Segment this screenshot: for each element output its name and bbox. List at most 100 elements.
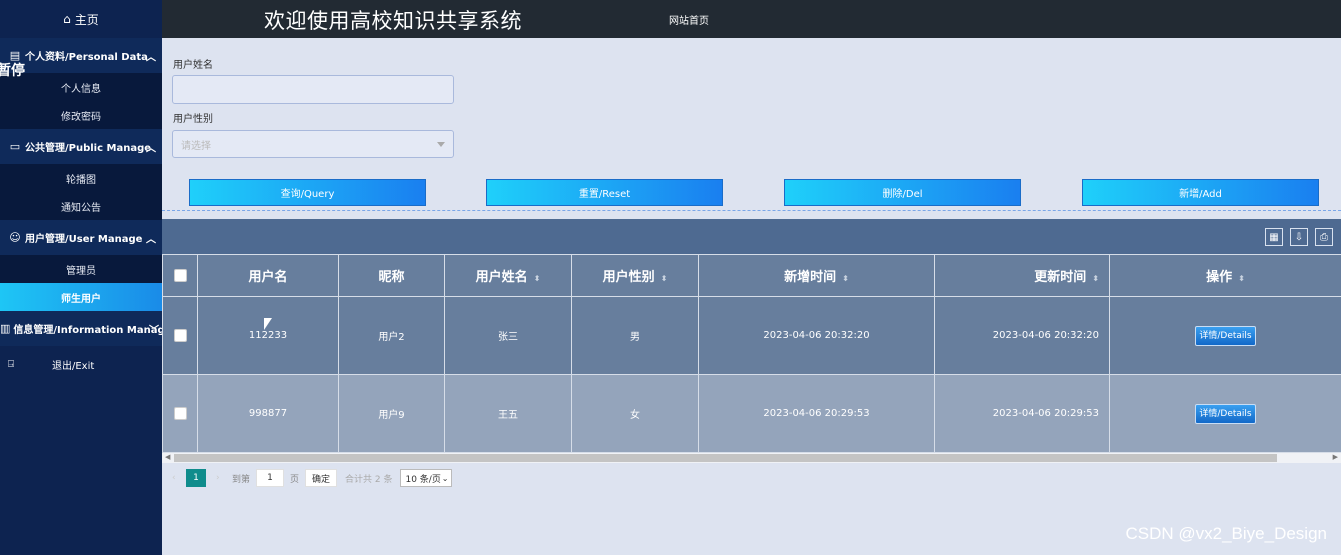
columns-icon[interactable]: ▦	[1265, 228, 1283, 246]
prev-page-icon[interactable]: ‹	[172, 473, 186, 483]
sidebar-group-info[interactable]: ▥ 信息管理/Information Manage ﹀	[0, 311, 171, 346]
chevron-down-icon: ﹀	[149, 325, 159, 336]
delete-button[interactable]: 删除/Del	[784, 179, 1021, 206]
cell-realname: 张三	[444, 296, 572, 375]
sidebar-group-label: 信息管理/Information Manage	[13, 325, 172, 336]
sidebar-group-user[interactable]: ☺ 用户管理/User Manage ︿	[0, 220, 162, 255]
sort-icon[interactable]: ⬍	[534, 274, 541, 283]
sort-icon[interactable]: ⬍	[661, 274, 668, 283]
page-size-value: 10 条/页	[405, 474, 441, 485]
goto-confirm-button[interactable]: 确定	[305, 469, 338, 487]
user-table: 用户名 昵称 用户姓名 ⬍ 用户性别 ⬍ 新增时间 ⬍ 更新时间 ⬍ 操作 ⬍ 11223…	[162, 254, 1341, 453]
print-icon[interactable]: ⎙	[1315, 228, 1333, 246]
sort-icon[interactable]: ⬍	[1092, 274, 1099, 283]
sort-icon[interactable]: ⬍	[1238, 274, 1245, 283]
cell-nickname: 用户9	[338, 374, 445, 453]
col-header-actions: 操作 ⬍	[1109, 254, 1341, 297]
row-select-cell	[162, 374, 198, 453]
user-icon: ☺	[9, 231, 21, 244]
cell-gender: 女	[571, 374, 699, 453]
sidebar-item-carousel[interactable]: 轮播图	[0, 164, 162, 192]
sidebar-exit-label: 退出/Exit	[52, 360, 95, 372]
monitor-icon: ▭	[9, 140, 21, 153]
cell-username: 112233	[197, 296, 339, 375]
col-header-label: 用户名	[248, 270, 288, 285]
sidebar-group-label: 个人资料/Personal Data	[25, 52, 148, 63]
col-header-realname[interactable]: 用户姓名 ⬍	[444, 254, 572, 297]
chevron-up-icon: ︿	[146, 143, 156, 154]
sidebar-item-admin[interactable]: 管理员	[0, 255, 162, 283]
sidebar-item-notice[interactable]: 通知公告	[0, 192, 162, 220]
chevron-down-icon	[437, 142, 445, 147]
chevron-down-icon: ⌄	[441, 474, 449, 483]
cell-realname: 王五	[444, 374, 572, 453]
col-header-updated[interactable]: 更新时间 ⬍	[934, 254, 1110, 297]
query-button[interactable]: 查询/Query	[189, 179, 426, 206]
sidebar-item-change-password[interactable]: 修改密码	[0, 101, 162, 129]
sidebar-group-label: 用户管理/User Manage	[25, 234, 143, 245]
next-page-icon[interactable]: ›	[216, 473, 232, 483]
goto-page-input[interactable]: 1	[256, 469, 285, 487]
col-header-nickname: 昵称	[338, 254, 445, 297]
details-button[interactable]: 详情/Details	[1195, 325, 1256, 346]
sidebar-item-label: 师生用户	[61, 293, 101, 305]
list-icon: ▥	[0, 322, 11, 335]
site-home-link[interactable]: 网站首页	[669, 12, 709, 27]
sidebar-home[interactable]: ⌂ 主页	[0, 0, 162, 38]
total-count: 合计共 2 条	[345, 474, 393, 485]
col-header-label: 昵称	[378, 270, 405, 285]
cell-created: 2023-04-06 20:32:20	[698, 296, 935, 375]
mouse-cursor-icon	[264, 318, 272, 330]
divider	[162, 210, 1341, 211]
table-header-row: 用户名 昵称 用户姓名 ⬍ 用户性别 ⬍ 新增时间 ⬍ 更新时间 ⬍ 操作 ⬍	[162, 254, 1341, 297]
sidebar-group-public[interactable]: ▭ 公共管理/Public Manage ︿	[0, 129, 162, 164]
export-icon[interactable]: ⇩	[1290, 228, 1308, 246]
scrollbar-thumb[interactable]	[174, 454, 1277, 462]
reset-button[interactable]: 重置/Reset	[486, 179, 723, 206]
page-number-current[interactable]: 1	[186, 469, 206, 487]
sidebar: ⌂ 主页 ▤ 个人资料/Personal Data ︿ 个人信息 修改密码 ▭ …	[0, 0, 171, 555]
sidebar-exit[interactable]: ⍈ 退出/Exit	[0, 346, 162, 382]
sidebar-group-label: 公共管理/Public Manage	[25, 143, 152, 154]
col-header-username: 用户名	[197, 254, 339, 297]
sidebar-item-label: 修改密码	[61, 111, 101, 123]
sidebar-item-label: 管理员	[66, 265, 96, 277]
row-checkbox[interactable]	[173, 329, 187, 342]
cell-created: 2023-04-06 20:29:53	[698, 374, 935, 453]
top-header: 欢迎使用高校知识共享系统 网站首页	[162, 0, 1341, 38]
table-row: 998877 用户9 王五 女 2023-04-06 20:29:53 2023…	[162, 374, 1341, 453]
page-title: 欢迎使用高校知识共享系统	[264, 9, 522, 33]
cell-nickname: 用户2	[338, 296, 445, 375]
col-header-gender[interactable]: 用户性别 ⬍	[571, 254, 699, 297]
sidebar-item-teacher-student[interactable]: 师生用户	[0, 283, 162, 311]
row-checkbox[interactable]	[173, 407, 187, 420]
name-input[interactable]	[172, 75, 454, 104]
horizontal-scrollbar[interactable]: ◀ ▶	[162, 453, 1341, 463]
chevron-up-icon: ︿	[146, 52, 156, 63]
page-size-select[interactable]: 10 条/页 ⌄	[400, 469, 453, 487]
scroll-left-icon[interactable]: ◀	[165, 453, 170, 461]
gender-select[interactable]: 请选择	[172, 130, 454, 158]
cell-gender: 男	[571, 296, 699, 375]
sort-icon[interactable]: ⬍	[842, 274, 849, 283]
cell-username: 998877	[197, 374, 339, 453]
col-header-label: 用户性别	[602, 270, 655, 285]
col-header-created[interactable]: 新增时间 ⬍	[698, 254, 935, 297]
table-row: 112233 用户2 张三 男 2023-04-06 20:32:20 2023…	[162, 296, 1341, 375]
select-all-checkbox[interactable]	[173, 269, 187, 282]
sidebar-home-label: 主页	[74, 12, 99, 27]
col-header-label: 用户姓名	[475, 270, 528, 285]
sidebar-item-label: 通知公告	[61, 202, 101, 214]
add-button[interactable]: 新增/Add	[1082, 179, 1319, 206]
details-button[interactable]: 详情/Details	[1195, 403, 1256, 424]
watermark: CSDN @vx2_Biye_Design	[1125, 524, 1327, 543]
cell-updated: 2023-04-06 20:32:20	[934, 296, 1110, 375]
cell-actions: 详情/Details	[1109, 296, 1341, 375]
scroll-right-icon[interactable]: ▶	[1333, 453, 1338, 461]
select-all-cell	[162, 254, 198, 297]
goto-label: 到第	[232, 474, 251, 485]
cell-updated: 2023-04-06 20:29:53	[934, 374, 1110, 453]
gender-placeholder: 请选择	[181, 140, 211, 152]
row-select-cell	[162, 296, 198, 375]
name-label: 用户姓名	[173, 60, 213, 71]
